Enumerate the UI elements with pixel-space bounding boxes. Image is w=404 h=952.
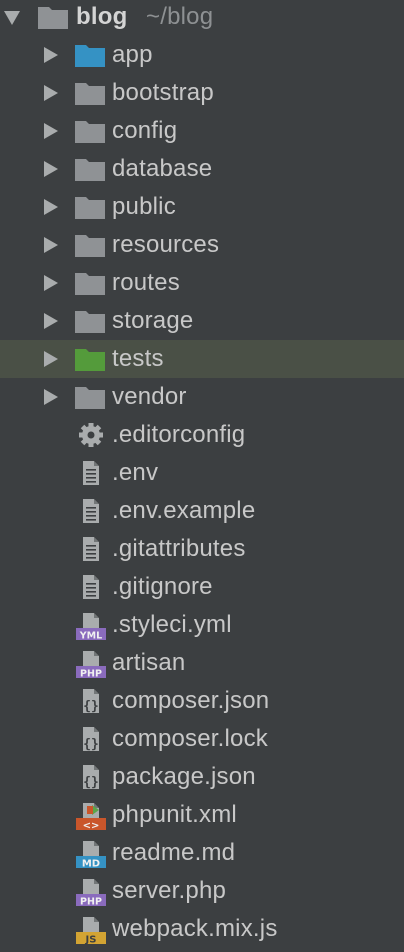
- collapse-arrow-icon[interactable]: [4, 11, 20, 25]
- tree-file-row[interactable]: PHP artisan: [0, 644, 404, 682]
- file-name: webpack.mix.js: [112, 915, 278, 942]
- text-file-icon: [83, 537, 99, 561]
- root-folder-name: blog: [76, 3, 128, 30]
- folder-name: storage: [112, 307, 194, 334]
- file-name: server.php: [112, 877, 227, 904]
- json-file-icon: {}: [83, 727, 99, 752]
- json-file-icon: {}: [83, 765, 99, 790]
- svg-text:MD: MD: [82, 859, 100, 870]
- expand-arrow-icon[interactable]: [44, 389, 58, 405]
- js-file-icon: JS: [76, 917, 106, 946]
- svg-text:PHP: PHP: [80, 669, 102, 680]
- file-name: composer.json: [112, 687, 270, 714]
- svg-text:{}: {}: [83, 775, 99, 790]
- tree-root-row[interactable]: blog ~/blog: [0, 0, 404, 36]
- folder-icon: [75, 273, 105, 295]
- gear-icon: [79, 423, 103, 447]
- folder-icon: [75, 45, 105, 67]
- svg-text:JS: JS: [85, 935, 97, 946]
- project-tree: blog ~/blog app bootstrap config database pu…: [0, 0, 404, 952]
- tree-file-row[interactable]: <> phpunit.xml: [0, 796, 404, 834]
- folder-icon: [75, 83, 105, 105]
- markdown-file-icon: MD: [76, 841, 106, 870]
- file-name: phpunit.xml: [112, 801, 237, 828]
- svg-text:YML: YML: [79, 631, 102, 642]
- expand-arrow-icon[interactable]: [44, 85, 58, 101]
- tree-folder-row[interactable]: resources: [0, 226, 404, 264]
- tree-folder-row[interactable]: public: [0, 188, 404, 226]
- folder-name: config: [112, 117, 178, 144]
- expand-arrow-icon[interactable]: [44, 237, 58, 253]
- tree-folder-row[interactable]: tests: [0, 340, 404, 378]
- tree-file-row[interactable]: PHP server.php: [0, 872, 404, 910]
- file-name: .gitattributes: [112, 535, 246, 562]
- expand-arrow-icon[interactable]: [44, 313, 58, 329]
- tree-folder-row[interactable]: database: [0, 150, 404, 188]
- expand-arrow-icon[interactable]: [44, 275, 58, 291]
- json-file-icon: {}: [83, 689, 99, 714]
- tree-file-row[interactable]: {} package.json: [0, 758, 404, 796]
- tree-file-row[interactable]: .editorconfig: [0, 416, 404, 454]
- svg-text:{}: {}: [83, 737, 99, 752]
- folder-name: vendor: [112, 383, 187, 410]
- file-name: readme.md: [112, 839, 236, 866]
- folder-icon: [75, 235, 105, 257]
- file-name: artisan: [112, 649, 186, 676]
- text-file-icon: [83, 461, 99, 485]
- expand-arrow-icon[interactable]: [44, 161, 58, 177]
- folder-name: app: [112, 41, 153, 68]
- folder-icon: [75, 349, 105, 371]
- tree-file-row[interactable]: {} composer.json: [0, 682, 404, 720]
- tree-folder-row[interactable]: storage: [0, 302, 404, 340]
- tree-file-row[interactable]: {} composer.lock: [0, 720, 404, 758]
- expand-arrow-icon[interactable]: [44, 123, 58, 139]
- file-name: .env: [112, 459, 159, 486]
- folder-name: bootstrap: [112, 79, 214, 106]
- yaml-file-icon: YML: [76, 613, 106, 642]
- xml-file-icon: <>: [76, 803, 106, 832]
- file-name: .gitignore: [112, 573, 213, 600]
- file-name: composer.lock: [112, 725, 268, 752]
- folder-icon: [75, 121, 105, 143]
- tree-folder-row[interactable]: bootstrap: [0, 74, 404, 112]
- expand-arrow-icon[interactable]: [44, 199, 58, 215]
- folder-name: routes: [112, 269, 180, 296]
- folder-icon: [75, 387, 105, 409]
- tree-folder-row[interactable]: routes: [0, 264, 404, 302]
- folder-icon: [38, 7, 68, 29]
- svg-text:<>: <>: [83, 821, 100, 832]
- folder-icon: [75, 311, 105, 333]
- file-name: .styleci.yml: [112, 611, 232, 638]
- file-name: .env.example: [112, 497, 256, 524]
- tree-file-row[interactable]: MD readme.md: [0, 834, 404, 872]
- tree-folder-row[interactable]: config: [0, 112, 404, 150]
- folder-icon: [75, 159, 105, 181]
- text-file-icon: [83, 499, 99, 523]
- tree-file-row[interactable]: .env.example: [0, 492, 404, 530]
- folder-name: public: [112, 193, 176, 220]
- svg-text:PHP: PHP: [80, 897, 102, 908]
- tree-file-row[interactable]: .gitattributes: [0, 530, 404, 568]
- text-file-icon: [83, 575, 99, 599]
- php-file-icon: PHP: [76, 879, 106, 908]
- folder-icon: [75, 197, 105, 219]
- php-file-icon: PHP: [76, 651, 106, 680]
- tree-file-row[interactable]: .gitignore: [0, 568, 404, 606]
- expand-arrow-icon[interactable]: [44, 351, 58, 367]
- tree-folder-row[interactable]: vendor: [0, 378, 404, 416]
- folder-name: tests: [112, 345, 164, 372]
- tree-file-row[interactable]: .env: [0, 454, 404, 492]
- tree-folder-row[interactable]: app: [0, 36, 404, 74]
- tree-file-row[interactable]: JS webpack.mix.js: [0, 910, 404, 948]
- file-name: package.json: [112, 763, 256, 790]
- folder-name: resources: [112, 231, 220, 258]
- root-folder-path: ~/blog: [146, 3, 214, 30]
- folder-name: database: [112, 155, 213, 182]
- tree-file-row[interactable]: YML .styleci.yml: [0, 606, 404, 644]
- expand-arrow-icon[interactable]: [44, 47, 58, 63]
- svg-text:{}: {}: [83, 699, 99, 714]
- file-name: .editorconfig: [112, 421, 246, 448]
